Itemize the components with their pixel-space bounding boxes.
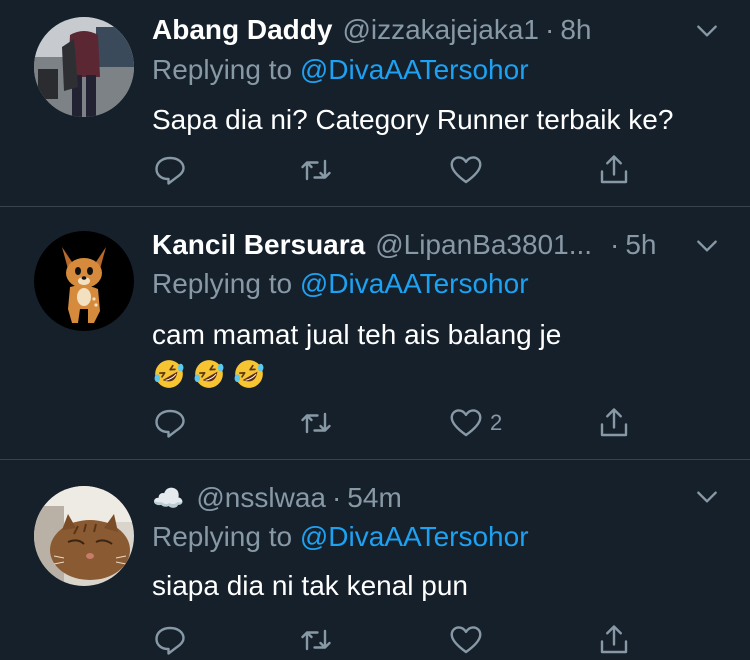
share-icon bbox=[600, 408, 628, 437]
retweet-button[interactable] bbox=[298, 150, 334, 190]
avatar[interactable] bbox=[34, 231, 134, 331]
separator-dot: · bbox=[331, 482, 342, 513]
chevron-down-icon[interactable] bbox=[694, 233, 720, 259]
chevron-down-icon[interactable] bbox=[694, 18, 720, 44]
replying-to: Replying to @DivaAATersohor bbox=[152, 266, 529, 302]
rolling-on-floor-laughing-emoji bbox=[234, 360, 264, 388]
tweet-item[interactable]: Abang Daddy @izzakajejaka1 · 8h Replying… bbox=[0, 0, 750, 207]
retweet-icon bbox=[301, 159, 331, 181]
reply-button[interactable] bbox=[152, 620, 188, 660]
tweet-text: siapa dia ni tak kenal pun bbox=[152, 570, 468, 601]
reply-icon bbox=[155, 156, 185, 185]
tweet-actions: 2 bbox=[152, 403, 652, 443]
share-button[interactable] bbox=[596, 150, 632, 190]
mention-link[interactable]: @DivaAATersohor bbox=[300, 268, 529, 299]
share-icon bbox=[600, 625, 628, 654]
retweet-icon bbox=[301, 412, 331, 434]
separator-dot: · bbox=[610, 229, 620, 260]
heart-icon bbox=[450, 156, 482, 184]
user-handle[interactable]: @LipanBa3801... bbox=[375, 227, 592, 263]
timestamp[interactable]: 8h bbox=[560, 12, 591, 48]
heart-icon bbox=[450, 409, 482, 437]
tweet-header: Abang Daddy @izzakajejaka1 · 8h bbox=[152, 12, 720, 48]
timestamp[interactable]: 54m bbox=[347, 480, 401, 516]
like-button[interactable] bbox=[448, 620, 490, 660]
like-count: 2 bbox=[490, 410, 503, 435]
emoji-row bbox=[152, 357, 266, 397]
reply-button[interactable] bbox=[152, 150, 188, 190]
tweet-text: cam mamat jual teh ais balang je bbox=[152, 319, 562, 350]
replying-to-label: Replying to bbox=[152, 521, 300, 552]
display-name[interactable]: ☁️ bbox=[152, 480, 184, 516]
rolling-on-floor-laughing-emoji bbox=[154, 360, 184, 388]
retweet-button[interactable] bbox=[298, 403, 334, 443]
share-icon bbox=[600, 155, 628, 184]
share-button[interactable] bbox=[596, 403, 632, 443]
mention-link[interactable]: @DivaAATersohor bbox=[300, 521, 529, 552]
rolling-on-floor-laughing-emoji bbox=[194, 360, 224, 388]
avatar[interactable] bbox=[34, 17, 134, 117]
tweet-actions bbox=[152, 150, 652, 190]
display-name[interactable]: Abang Daddy bbox=[152, 12, 332, 48]
user-handle[interactable]: @izzakajejaka1 bbox=[342, 12, 539, 48]
replying-to-label: Replying to bbox=[152, 54, 300, 85]
timestamp[interactable]: 5h bbox=[625, 227, 656, 263]
tweet-header: ☁️ @nsslwaa · 54m bbox=[152, 480, 720, 516]
user-handle[interactable]: @nsslwaa bbox=[196, 480, 326, 516]
separator-dot: · bbox=[545, 14, 555, 45]
replying-to-label: Replying to bbox=[152, 268, 300, 299]
reply-icon bbox=[155, 626, 185, 655]
like-button[interactable] bbox=[448, 150, 490, 190]
replying-to: Replying to @DivaAATersohor bbox=[152, 519, 529, 555]
retweet-button[interactable] bbox=[298, 620, 334, 660]
reply-icon bbox=[155, 409, 185, 438]
like-button[interactable]: 2 bbox=[448, 403, 502, 443]
tweet-actions bbox=[152, 620, 652, 660]
retweet-icon bbox=[301, 629, 331, 651]
replying-to: Replying to @DivaAATersohor bbox=[152, 52, 529, 88]
reply-button[interactable] bbox=[152, 403, 188, 443]
tweet-header: Kancil Bersuara @LipanBa3801... · 5h bbox=[152, 227, 720, 263]
tweet-item[interactable]: ☁️ @nsslwaa · 54m Replying to @DivaAATer… bbox=[0, 460, 750, 660]
share-button[interactable] bbox=[596, 620, 632, 660]
mention-link[interactable]: @DivaAATersohor bbox=[300, 54, 529, 85]
heart-icon bbox=[450, 626, 482, 654]
tweet-text: Sapa dia ni? Category Runner terbaik ke? bbox=[152, 104, 674, 135]
avatar[interactable] bbox=[34, 486, 134, 586]
tweet-item[interactable]: Kancil Bersuara @LipanBa3801... · 5h Rep… bbox=[0, 207, 750, 460]
reply-feed: Abang Daddy @izzakajejaka1 · 8h Replying… bbox=[0, 0, 750, 660]
chevron-down-icon[interactable] bbox=[694, 484, 720, 510]
display-name[interactable]: Kancil Bersuara bbox=[152, 227, 365, 263]
